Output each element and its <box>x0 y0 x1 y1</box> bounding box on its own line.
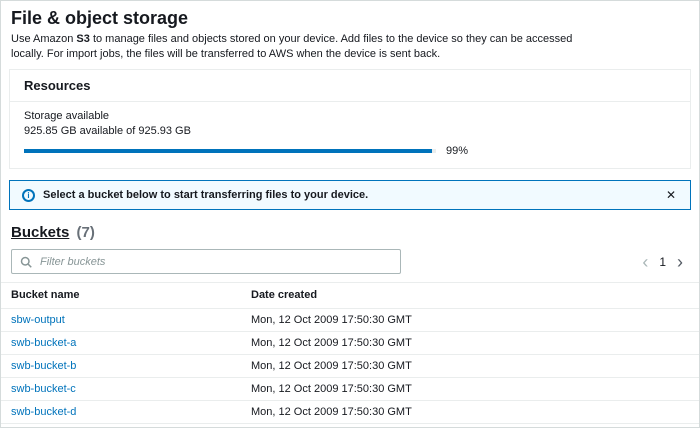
date-created-cell: Mon, 12 Oct 2009 17:50:30 GMT <box>241 355 699 378</box>
page-description: Use Amazon S3 to manage files and object… <box>11 32 576 61</box>
storage-progress-bar <box>24 149 436 153</box>
date-created-cell: Mon, 12 Oct 2009 17:50:30 GMT <box>241 401 699 424</box>
bucket-link[interactable]: swb-bucket-c <box>11 383 76 395</box>
storage-progress-fill <box>24 149 432 153</box>
page: File & object storage Use Amazon S3 to m… <box>0 0 700 428</box>
filter-box <box>11 249 401 274</box>
buckets-heading: Buckets (7) <box>11 223 689 242</box>
column-header-bucket-name: Bucket name <box>1 283 241 309</box>
date-created-cell: Mon, 12 Oct 2009 17:50:30 GMT <box>241 424 699 428</box>
table-row: swb-bucket-e Mon, 12 Oct 2009 17:50:30 G… <box>1 424 699 428</box>
chevron-left-icon: ‹ <box>642 252 648 272</box>
table-row: sbw-output Mon, 12 Oct 2009 17:50:30 GMT <box>1 309 699 332</box>
column-header-date-created: Date created <box>241 283 699 309</box>
buckets-count: (7) <box>77 224 95 241</box>
filter-buckets-input[interactable] <box>38 255 392 269</box>
table-row: swb-bucket-c Mon, 12 Oct 2009 17:50:30 G… <box>1 378 699 401</box>
date-created-cell: Mon, 12 Oct 2009 17:50:30 GMT <box>241 332 699 355</box>
previous-page-button[interactable]: ‹ <box>642 255 648 269</box>
chevron-right-icon: › <box>677 252 683 272</box>
current-page-number[interactable]: 1 <box>659 255 666 269</box>
bucket-link[interactable]: swb-bucket-a <box>11 337 76 349</box>
info-alert: i Select a bucket below to start transfe… <box>9 180 691 210</box>
pagination: ‹ 1 › <box>642 255 683 269</box>
date-created-cell: Mon, 12 Oct 2009 17:50:30 GMT <box>241 309 699 332</box>
bucket-link[interactable]: sbw-output <box>11 314 65 326</box>
resources-panel-title: Resources <box>10 70 690 102</box>
resources-panel-body: Storage available 925.85 GB available of… <box>10 102 690 168</box>
bucket-link[interactable]: swb-bucket-b <box>11 360 76 372</box>
buckets-controls: ‹ 1 › <box>11 249 689 274</box>
storage-available-label: Storage available <box>24 109 676 123</box>
bucket-link[interactable]: swb-bucket-d <box>11 406 76 418</box>
search-icon <box>20 256 32 268</box>
info-icon: i <box>22 189 35 202</box>
resources-panel: Resources Storage available 925.85 GB av… <box>9 69 691 169</box>
date-created-cell: Mon, 12 Oct 2009 17:50:30 GMT <box>241 378 699 401</box>
storage-progress-percent: 99% <box>446 145 468 157</box>
table-header-row: Bucket name Date created <box>1 283 699 309</box>
table-row: swb-bucket-b Mon, 12 Oct 2009 17:50:30 G… <box>1 355 699 378</box>
description-text: to manage files and objects stored on yo… <box>11 33 572 60</box>
description-bold-text: S3 <box>76 33 89 45</box>
page-title: File & object storage <box>11 7 689 29</box>
close-icon: ✕ <box>666 188 676 202</box>
storage-available-value: 925.85 GB available of 925.93 GB <box>24 124 676 138</box>
description-text: Use Amazon <box>11 33 76 45</box>
next-page-button[interactable]: › <box>677 255 683 269</box>
storage-progress-row: 99% <box>24 145 676 157</box>
table-row: swb-bucket-a Mon, 12 Oct 2009 17:50:30 G… <box>1 332 699 355</box>
table-row: swb-bucket-d Mon, 12 Oct 2009 17:50:30 G… <box>1 401 699 424</box>
alert-message: Select a bucket below to start transferr… <box>43 189 368 201</box>
alert-close-button[interactable]: ✕ <box>664 188 678 202</box>
buckets-title: Buckets <box>11 224 69 241</box>
buckets-table: Bucket name Date created sbw-output Mon,… <box>1 282 699 428</box>
